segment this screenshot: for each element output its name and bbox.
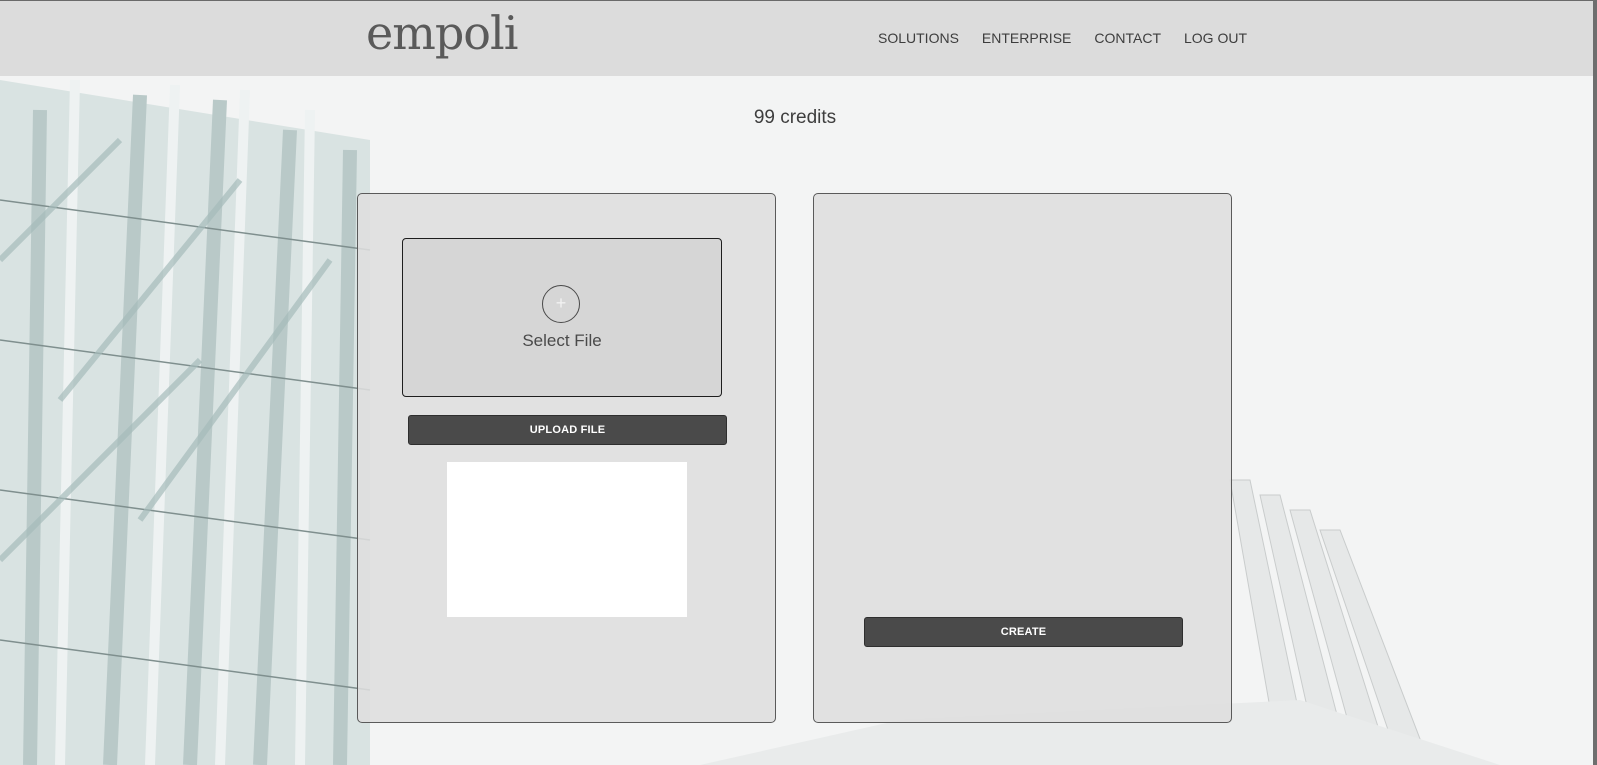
output-panel: CREATE (813, 193, 1232, 723)
top-border (0, 0, 1597, 1)
main-nav: SOLUTIONS ENTERPRISE CONTACT LOG OUT (878, 30, 1270, 46)
file-preview (447, 462, 687, 617)
credits-count: 99 credits (753, 107, 837, 128)
nav-enterprise[interactable]: ENTERPRISE (982, 30, 1071, 46)
file-dropzone[interactable]: + Select File (402, 238, 722, 397)
plus-icon: + (542, 285, 580, 323)
upload-file-button[interactable]: UPLOAD FILE (408, 415, 727, 445)
create-button[interactable]: CREATE (864, 617, 1183, 647)
brand-logo[interactable]: empoli (366, 6, 518, 60)
nav-solutions[interactable]: SOLUTIONS (878, 30, 959, 46)
upload-panel: + Select File UPLOAD FILE (357, 193, 776, 723)
select-file-label: Select File (522, 331, 602, 350)
site-header: empoli SOLUTIONS ENTERPRISE CONTACT LOG … (0, 0, 1597, 76)
scrollbar[interactable] (1593, 0, 1597, 765)
nav-contact[interactable]: CONTACT (1094, 30, 1161, 46)
nav-log-out[interactable]: LOG OUT (1184, 30, 1247, 46)
